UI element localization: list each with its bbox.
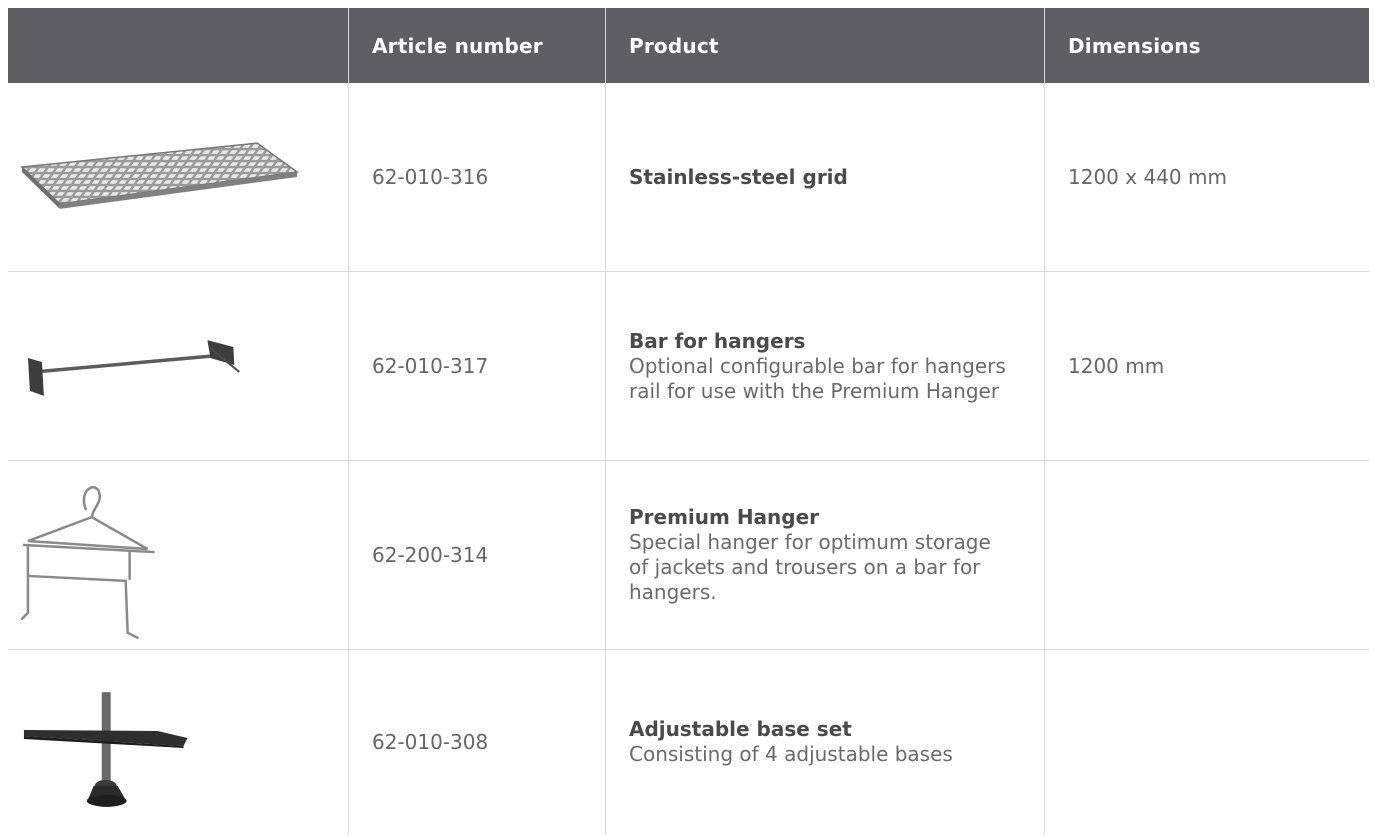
product-name: Stainless-steel grid — [629, 164, 848, 189]
article-number-cell: 62-200-314 — [349, 461, 606, 649]
product-image-cell — [8, 272, 349, 460]
header-article-number: Article number — [349, 8, 606, 83]
stainless-steel-grid-image — [20, 141, 300, 209]
table-header: Article number Product Dimensions — [8, 8, 1369, 83]
product-cell: Bar for hangers Optional configurable ba… — [606, 272, 1045, 460]
product-name: Bar for hangers — [629, 328, 806, 353]
table-row: 62-200-314 Premium Hanger Special hanger… — [8, 461, 1369, 650]
premium-hanger-image — [20, 485, 155, 639]
table-row: 62-010-316 Stainless-steel grid 1200 x 4… — [8, 83, 1369, 272]
dimensions-cell — [1045, 461, 1369, 649]
article-number-cell: 62-010-317 — [349, 272, 606, 460]
product-name: Premium Hanger — [629, 505, 820, 529]
dimensions-cell: 1200 x 440 mm — [1068, 165, 1227, 189]
product-description: Consisting of 4 adjustable bases — [629, 742, 953, 766]
dimensions-cell — [1045, 650, 1369, 834]
product-image-cell — [8, 650, 349, 834]
product-cell: Premium Hanger Special hanger for optimu… — [606, 461, 1045, 649]
product-name: Adjustable base set — [629, 717, 852, 741]
dimensions-cell: 1200 mm — [1068, 354, 1165, 378]
product-image-cell — [8, 461, 349, 649]
product-description: Special hanger for optimum storage of ja… — [629, 530, 991, 604]
product-cell: Stainless-steel grid — [606, 83, 1045, 271]
product-cell: Adjustable base set Consisting of 4 adju… — [606, 650, 1045, 834]
header-product: Product — [606, 8, 1045, 83]
hanger-bar-image — [27, 339, 240, 396]
product-table: Article number Product Dimensions 62-010… — [8, 8, 1369, 834]
article-number-cell: 62-010-308 — [349, 650, 606, 834]
table-row: 62-010-308 Adjustable base set Consistin… — [8, 650, 1369, 834]
adjustable-base-image — [23, 692, 188, 807]
product-image-cell — [8, 83, 349, 271]
header-dimensions: Dimensions — [1068, 33, 1201, 58]
product-description: Optional configurable bar for hangers ra… — [629, 353, 1006, 403]
article-number-cell: 62-010-316 — [349, 83, 606, 271]
header-image-column — [8, 8, 349, 83]
table-row: 62-010-317 Bar for hangers Optional conf… — [8, 272, 1369, 461]
